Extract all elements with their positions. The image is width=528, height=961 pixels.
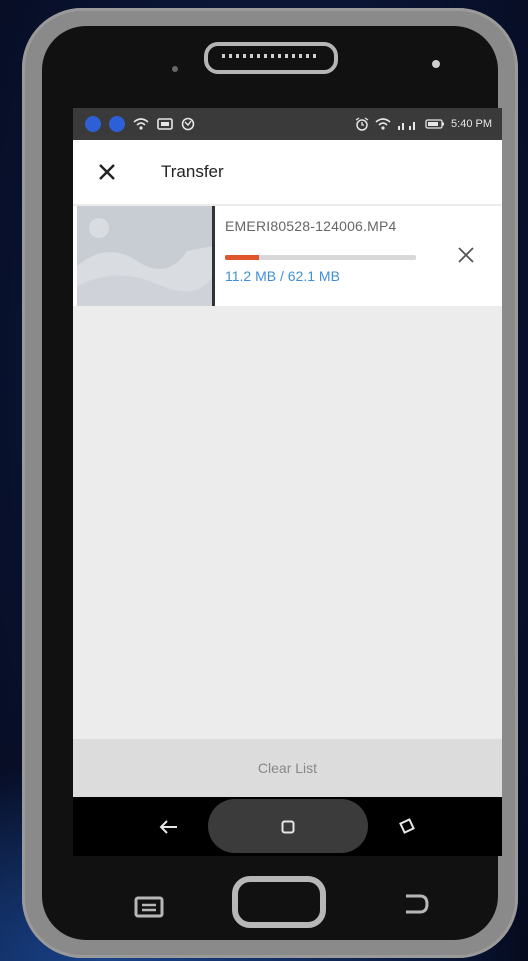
status-time: 5:40 PM bbox=[451, 118, 492, 130]
status-bar: 5:40 PM bbox=[73, 108, 502, 140]
transfer-list-item[interactable]: EMERI80528-124006.MP4 11.2 MB / 62.1 MB bbox=[73, 206, 502, 306]
menu-key-icon[interactable] bbox=[134, 896, 164, 918]
cast-icon bbox=[157, 118, 173, 130]
progress-text: 11.2 MB / 62.1 MB bbox=[225, 268, 340, 284]
clear-list-button[interactable]: Clear List bbox=[258, 760, 317, 776]
clear-list-bar[interactable]: Clear List bbox=[73, 739, 502, 797]
thumbnail-divider bbox=[212, 206, 215, 306]
page-title: Transfer bbox=[161, 162, 224, 181]
sensor-dot bbox=[172, 66, 178, 72]
video-thumbnail bbox=[77, 206, 213, 306]
battery-icon bbox=[425, 119, 445, 129]
image-placeholder-icon bbox=[77, 206, 213, 306]
cancel-transfer-icon[interactable] bbox=[457, 246, 475, 264]
notification-icon bbox=[85, 116, 101, 132]
file-name: EMERI80528-124006.MP4 bbox=[225, 218, 397, 234]
wifi-icon bbox=[133, 118, 149, 130]
wifi-signal-icon bbox=[375, 118, 391, 130]
sync-icon bbox=[181, 117, 195, 131]
recent-apps-icon[interactable] bbox=[398, 817, 416, 835]
back-icon[interactable] bbox=[159, 819, 179, 835]
close-icon[interactable] bbox=[97, 162, 117, 182]
back-key-icon[interactable] bbox=[402, 892, 430, 916]
screen: 5:40 PM Transfer EMERI80528-124006.MP4 1… bbox=[73, 108, 502, 856]
earpiece-speaker bbox=[204, 42, 338, 74]
app-bar: Transfer bbox=[73, 140, 502, 204]
alarm-icon bbox=[355, 117, 369, 131]
home-icon[interactable] bbox=[281, 820, 295, 834]
navigation-bar bbox=[73, 797, 502, 856]
front-camera bbox=[432, 60, 440, 68]
progress-bar bbox=[225, 255, 416, 260]
signal-icon bbox=[398, 122, 416, 130]
hardware-home-button[interactable] bbox=[232, 876, 326, 928]
progress-fill bbox=[225, 255, 260, 260]
notification-icon bbox=[109, 116, 125, 132]
